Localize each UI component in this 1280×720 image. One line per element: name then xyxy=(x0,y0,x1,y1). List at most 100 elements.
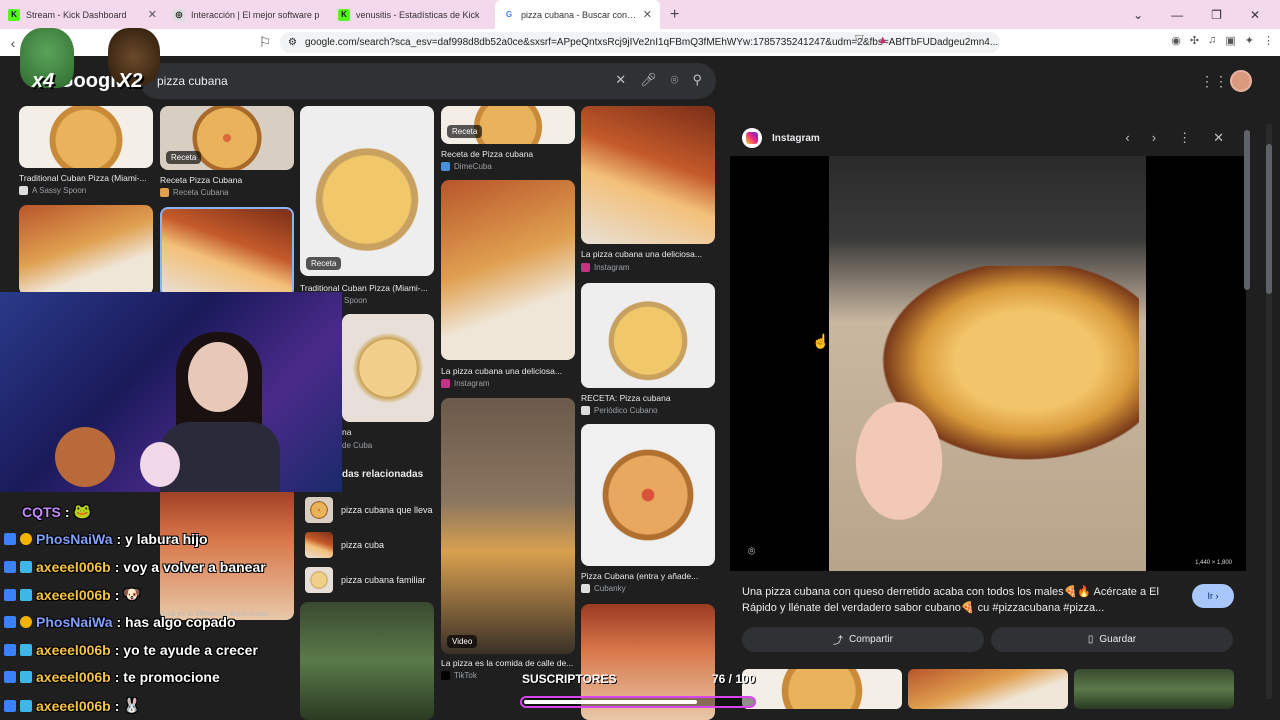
save-label: Guardar xyxy=(1099,634,1137,645)
chevron-down-icon[interactable]: ⌄ xyxy=(1133,8,1143,22)
related-image-thumb[interactable] xyxy=(742,669,902,709)
avatar[interactable] xyxy=(1230,70,1252,92)
close-icon[interactable]: ✕ xyxy=(148,8,157,21)
url-field[interactable]: ⚙ google.com/search?sca_esv=daf998d8db52… xyxy=(280,32,1000,53)
go-label: Ir xyxy=(1207,591,1214,601)
result-title[interactable]: La pizza es la comida de calle de... xyxy=(441,658,581,668)
result-title[interactable]: Receta Pizza Cubana xyxy=(160,175,300,185)
related-thumb xyxy=(305,567,333,593)
result-image[interactable]: Receta xyxy=(300,106,434,276)
more-icon[interactable]: ⋮ xyxy=(1178,130,1191,146)
instagram-icon xyxy=(742,128,762,148)
related-image-thumb[interactable] xyxy=(908,669,1068,709)
result-title[interactable]: La pizza cubana una deliciosa... xyxy=(441,366,581,376)
site-info-icon[interactable]: ⚙ xyxy=(288,37,297,48)
result-source: de Cuba xyxy=(342,441,372,450)
tab-google-search[interactable]: G pizza cubana - Buscar con Goog ✕ xyxy=(495,0,660,29)
result-image[interactable]: Receta xyxy=(441,106,575,144)
sparkle-icon[interactable]: ✦ xyxy=(1245,34,1254,47)
chat-overlay: CQTS: 🐸 PhosNaiWa: y labura hijo axeeel00… xyxy=(0,497,300,720)
result-image[interactable] xyxy=(160,207,294,297)
search-input[interactable]: pizza cubana ✕ 🎤︎ ⌾ ⚲ xyxy=(140,63,716,99)
recipe-badge: Receta xyxy=(447,125,483,138)
result-image[interactable] xyxy=(581,424,715,566)
new-tab-icon[interactable]: + xyxy=(660,6,689,24)
page-scrollbar[interactable] xyxy=(1266,124,1272,699)
scrollbar-thumb[interactable] xyxy=(1266,144,1272,294)
result-source: Instagram xyxy=(581,263,630,272)
go-button[interactable]: Ir › xyxy=(1192,584,1234,608)
source-label: Periódico Cubano xyxy=(594,406,658,415)
menu-icon[interactable]: ⋮ xyxy=(1263,34,1274,47)
result-title[interactable]: Receta de Pizza cubana xyxy=(441,149,581,159)
related-image-thumb[interactable] xyxy=(1074,669,1234,709)
related-search-item[interactable]: pizza cubana que lleva xyxy=(305,497,435,523)
tab-kick-stats[interactable]: K venusitis - Estadísticas de Kick xyxy=(330,0,495,29)
result-title[interactable]: La pizza cubana una deliciosa... xyxy=(581,249,721,259)
preview-image-frame: ⌾ 1,440 × 1,800 xyxy=(730,156,1246,571)
result-title[interactable]: RECETA: Pizza cubana xyxy=(581,393,721,403)
result-image[interactable]: Receta xyxy=(160,106,294,170)
result-image[interactable] xyxy=(581,106,715,244)
related-search-item[interactable]: pizza cubana familiar xyxy=(305,567,435,593)
lens-icon[interactable]: ⌾ xyxy=(671,72,679,88)
multiplier-badge-left: x4 xyxy=(32,70,55,92)
google-icon: G xyxy=(505,10,513,19)
result-image[interactable] xyxy=(19,205,153,295)
previous-icon[interactable]: ‹ xyxy=(1125,130,1129,146)
result-image[interactable]: Video xyxy=(441,398,575,654)
verified-badge-icon xyxy=(4,699,16,712)
preview-image[interactable] xyxy=(829,156,1146,571)
chat-text: : xyxy=(64,503,70,520)
search-icon[interactable]: ⚲ xyxy=(692,72,702,88)
extension-icon[interactable]: ◉ xyxy=(1171,34,1181,47)
sub-badge-icon xyxy=(20,644,32,656)
sub-badge-icon xyxy=(20,616,32,628)
tab-kick-dashboard[interactable]: K Stream - Kick Dashboard ✕ xyxy=(0,0,165,29)
preview-source[interactable]: Instagram xyxy=(742,128,820,148)
music-icon[interactable]: ♫ xyxy=(1208,34,1216,47)
url-text: google.com/search?sca_esv=daf998d8db52a0… xyxy=(304,37,999,48)
tab-interaccion[interactable]: ◎ Interacción | El mejor software p xyxy=(165,0,330,29)
tab-search-icon[interactable]: ▣ xyxy=(1225,34,1235,47)
chat-text: : has algo copado xyxy=(116,614,236,630)
shield-icon[interactable]: ⛉ xyxy=(855,34,863,47)
source-label: Instagram xyxy=(594,263,630,272)
restore-icon[interactable]: ❐ xyxy=(1211,8,1222,22)
result-image[interactable] xyxy=(441,180,575,360)
mic-icon[interactable]: 🎤︎ xyxy=(640,72,657,88)
plush-toy xyxy=(55,427,115,487)
clear-icon[interactable]: ✕ xyxy=(615,72,626,88)
preview-scrollbar[interactable] xyxy=(1244,130,1250,690)
result-image[interactable] xyxy=(581,283,715,388)
close-window-icon[interactable]: ✕ xyxy=(1250,8,1260,22)
instagram-icon xyxy=(581,263,590,272)
result-source: Cubanky xyxy=(581,584,626,593)
result-title[interactable]: Traditional Cuban Pizza (Miami-... xyxy=(19,173,159,183)
related-search-item[interactable]: pizza cuba xyxy=(305,532,435,558)
sub-goal-count: 76 / 100 xyxy=(712,672,756,686)
next-icon[interactable]: › xyxy=(1152,130,1156,146)
source-label: A Sassy Spoon xyxy=(32,186,87,195)
source-label: TikTok xyxy=(454,671,477,680)
related-thumb xyxy=(305,532,333,558)
puzzle-icon[interactable]: ✣ xyxy=(1190,34,1199,47)
triangle-icon[interactable]: ▲ xyxy=(877,34,888,46)
result-image[interactable] xyxy=(19,106,153,168)
tiktok-icon xyxy=(441,671,450,680)
close-icon[interactable]: ✕ xyxy=(1213,130,1224,146)
bookmark-icon[interactable]: ⚐ xyxy=(252,34,278,51)
lens-search-icon[interactable]: ⌾ xyxy=(748,544,755,559)
chat-text: : voy a volver a banear xyxy=(114,559,266,575)
result-title[interactable]: Pizza Cubana (entra y añade... xyxy=(581,571,721,581)
share-button[interactable]: ⤴ Compartir xyxy=(742,627,984,652)
minimize-icon[interactable]: — xyxy=(1171,8,1183,22)
related-searches-heading: das relacionadas xyxy=(342,469,424,480)
scrollbar-thumb[interactable] xyxy=(1244,130,1250,290)
result-image[interactable] xyxy=(300,602,434,720)
preview-controls: ‹ › ⋮ ✕ xyxy=(1125,130,1224,146)
close-icon[interactable]: ✕ xyxy=(643,8,652,21)
save-button[interactable]: ▯ Guardar xyxy=(991,627,1233,652)
source-label: de Cuba xyxy=(342,441,373,450)
result-image[interactable] xyxy=(342,314,434,422)
